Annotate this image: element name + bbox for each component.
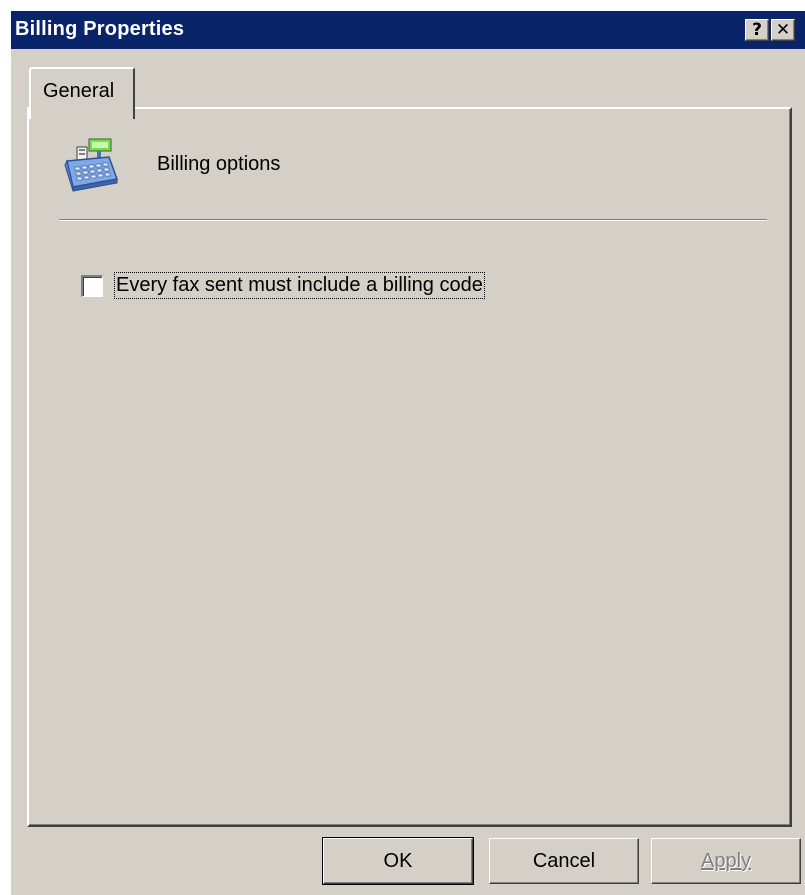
page-heading: Billing options — [157, 153, 281, 175]
section-divider — [59, 219, 767, 221]
help-icon: ? — [752, 20, 762, 40]
tab-general[interactable]: General — [29, 67, 135, 119]
cash-register-icon — [64, 138, 119, 192]
close-button[interactable]: ✕ — [771, 19, 795, 41]
billing-code-checkbox-label[interactable]: Every fax sent must include a billing co… — [114, 272, 485, 299]
tab-general-label: General — [43, 80, 115, 102]
title-bar[interactable]: Billing Properties ? ✕ — [11, 11, 805, 49]
apply-button[interactable]: Apply — [651, 838, 801, 884]
cancel-button-label: Cancel — [532, 850, 596, 872]
billing-code-checkbox[interactable] — [81, 275, 103, 297]
apply-button-label: Apply — [700, 850, 752, 872]
billing-properties-dialog: Billing Properties ? ✕ General Billing o… — [10, 10, 805, 895]
close-icon: ✕ — [775, 20, 791, 40]
tab-page-general — [27, 107, 792, 827]
window-title: Billing Properties — [15, 18, 185, 40]
ok-button-label: OK — [383, 850, 413, 872]
help-button[interactable]: ? — [745, 19, 769, 41]
ok-button[interactable]: OK — [322, 837, 474, 885]
cancel-button[interactable]: Cancel — [489, 838, 639, 884]
